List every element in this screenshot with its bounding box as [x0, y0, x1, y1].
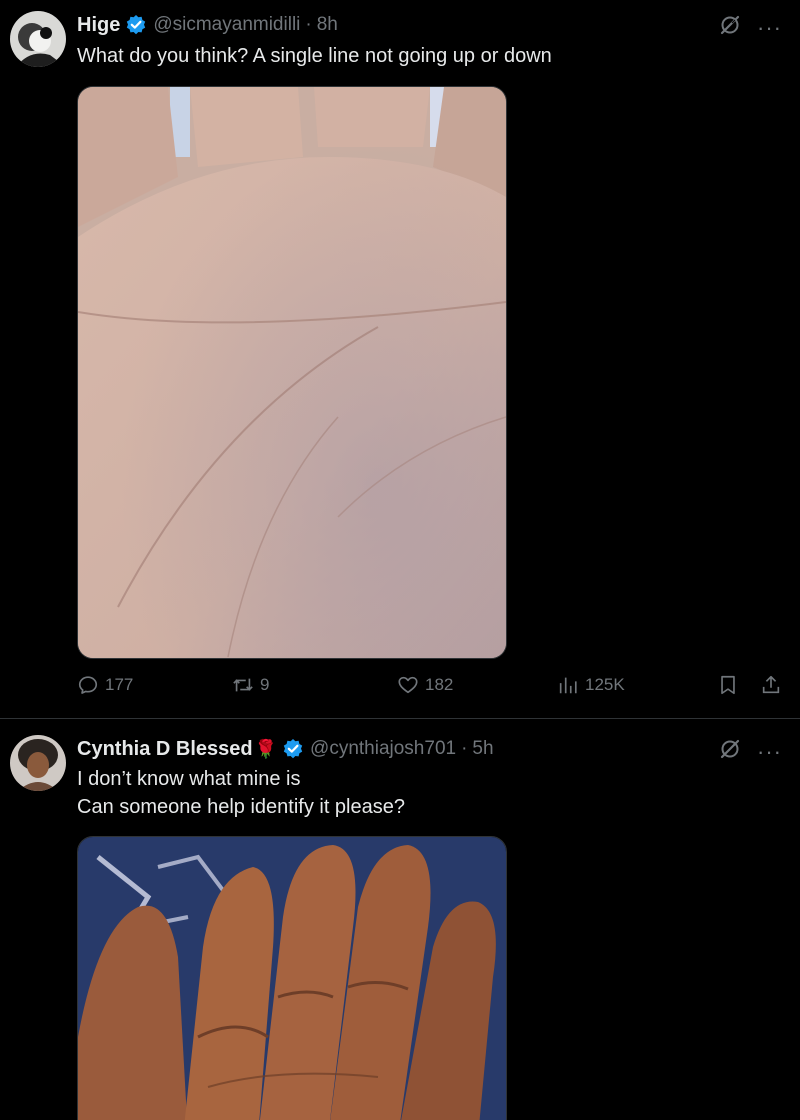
more-options-icon[interactable]: ···: [757, 740, 782, 763]
reply-button[interactable]: 177: [77, 674, 133, 696]
tweet-top-actions: ···: [719, 738, 782, 765]
share-button[interactable]: [760, 674, 788, 696]
author-handle[interactable]: @cynthiajosh701: [310, 738, 456, 760]
repost-count: 9: [260, 675, 270, 694]
repost-icon: [233, 678, 253, 692]
author-name[interactable]: Cynthia D Blessed: [77, 738, 253, 761]
verified-badge-icon: [282, 738, 304, 760]
grok-icon[interactable]: [719, 738, 741, 765]
like-button[interactable]: 182: [397, 674, 453, 696]
timestamp[interactable]: 8h: [317, 14, 338, 36]
more-options-icon[interactable]: ···: [757, 16, 782, 39]
tweet-header: Cynthia D Blessed 🌹 @cynthiajosh701 · 5h: [77, 736, 494, 762]
tweet-text: I don’t know what mine is Can someone he…: [77, 765, 405, 821]
separator-dot: ·: [305, 14, 312, 35]
tweet-media-image[interactable]: [77, 86, 507, 659]
share-icon: [762, 675, 780, 694]
tweet-text: What do you think? A single line not goi…: [77, 45, 552, 67]
tweet-top-actions: ···: [719, 14, 782, 41]
views-button[interactable]: 125K: [557, 674, 625, 696]
view-count: 125K: [585, 675, 625, 694]
rose-emoji: 🌹: [254, 738, 278, 759]
tweet-post[interactable]: Cynthia D Blessed 🌹 @cynthiajosh701 · 5h…: [0, 719, 800, 1120]
author-handle[interactable]: @sicmayanmidilli: [153, 14, 300, 36]
timestamp[interactable]: 5h: [472, 738, 493, 760]
avatar[interactable]: [10, 11, 66, 67]
tweet-post[interactable]: Hige @sicmayanmidilli · 8h ··· What do y…: [0, 0, 800, 718]
tweet-text-line: Can someone help identify it please?: [77, 796, 405, 818]
reply-icon: [78, 676, 98, 694]
verified-badge-icon: [125, 14, 147, 36]
grok-icon[interactable]: [719, 14, 741, 41]
separator-dot: ·: [461, 738, 468, 759]
repost-button[interactable]: 9: [232, 674, 269, 696]
avatar[interactable]: [10, 735, 66, 791]
tweet-header: Hige @sicmayanmidilli · 8h: [77, 12, 338, 38]
heart-icon: [398, 676, 418, 694]
author-name[interactable]: Hige: [77, 14, 120, 37]
tweet-text-line: I don’t know what mine is: [77, 768, 301, 790]
bookmark-icon: [721, 675, 735, 695]
bookmark-button[interactable]: [717, 674, 745, 696]
reply-count: 177: [105, 675, 134, 694]
tweet-action-bar: 177 9 182 125K: [77, 674, 787, 702]
analytics-icon: [559, 677, 577, 694]
tweet-media-image[interactable]: [77, 836, 507, 1120]
like-count: 182: [425, 675, 454, 694]
